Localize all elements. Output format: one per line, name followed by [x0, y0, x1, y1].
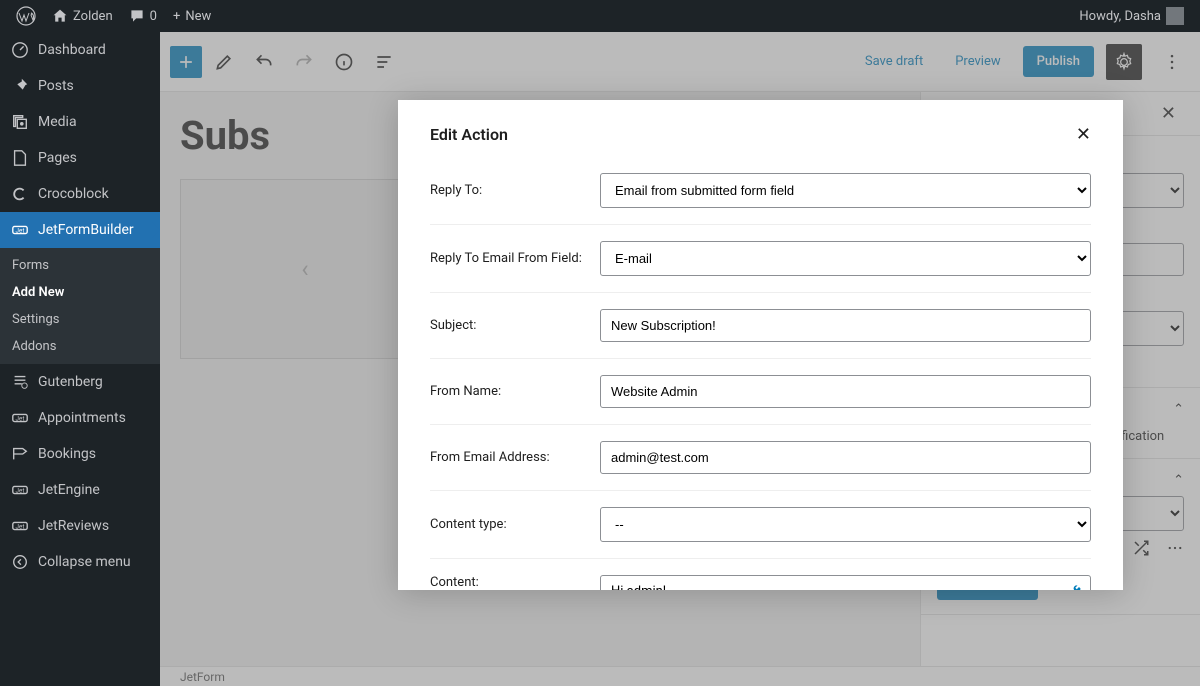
content-type-label: Content type: [430, 517, 600, 532]
sidebar-item-gutenberg[interactable]: Gutenberg [0, 364, 160, 400]
gutenberg-icon [10, 372, 30, 392]
sidebar-sub-addons[interactable]: Addons [0, 333, 160, 360]
reply-to-field-label: Reply To Email From Field: [430, 251, 600, 266]
from-name-input[interactable] [600, 375, 1091, 408]
from-email-input[interactable] [600, 441, 1091, 474]
comments-count: 0 [150, 9, 157, 24]
sidebar-sub-addnew[interactable]: Add New [0, 279, 160, 306]
comment-icon [129, 8, 145, 24]
sidebar-item-posts[interactable]: Posts [0, 68, 160, 104]
sidebar-item-jetreviews[interactable]: JetJetReviews [0, 508, 160, 544]
jetreviews-icon: Jet [10, 516, 30, 536]
collapse-icon [10, 552, 30, 572]
user-menu[interactable]: Howdy, Dasha [1071, 0, 1192, 32]
subject-label: Subject: [430, 318, 600, 333]
from-name-label: From Name: [430, 384, 600, 399]
avatar [1166, 7, 1184, 25]
svg-text:Jet: Jet [16, 523, 25, 531]
home-icon [52, 8, 68, 24]
svg-text:Jet: Jet [16, 415, 25, 423]
sidebar-item-bookings[interactable]: Bookings [0, 436, 160, 472]
new-link[interactable]: + New [165, 0, 219, 32]
sidebar-sub-forms[interactable]: Forms [0, 252, 160, 279]
admin-sidebar: Dashboard Posts Media Pages Crocoblock J… [0, 32, 160, 686]
comments-link[interactable]: 0 [121, 0, 165, 32]
modal-close-button[interactable]: ✕ [1076, 124, 1091, 145]
modal-title: Edit Action [430, 125, 508, 144]
sidebar-sub-settings[interactable]: Settings [0, 306, 160, 333]
reply-to-field-select[interactable]: E-mail [600, 241, 1091, 276]
wordpress-icon [16, 6, 36, 26]
dashboard-icon [10, 40, 30, 60]
content-type-select[interactable]: -- [600, 507, 1091, 542]
content-label: Content: [430, 575, 600, 590]
reply-to-select[interactable]: Email from submitted form field [600, 173, 1091, 208]
sidebar-submenu: Forms Add New Settings Addons [0, 248, 160, 364]
sidebar-item-dashboard[interactable]: Dashboard [0, 32, 160, 68]
edit-action-modal: Edit Action ✕ Reply To: Email from submi… [398, 100, 1123, 590]
subject-input[interactable] [600, 309, 1091, 342]
content-textarea[interactable] [600, 575, 1091, 590]
wrench-icon [1064, 584, 1082, 590]
sidebar-item-pages[interactable]: Pages [0, 140, 160, 176]
appointments-icon: Jet [10, 408, 30, 428]
site-link[interactable]: Zolden [44, 0, 121, 32]
jetformbuilder-icon: Jet [10, 220, 30, 240]
admin-top-bar: Zolden 0 + New Howdy, Dasha [0, 0, 1200, 32]
reply-to-label: Reply To: [430, 183, 600, 198]
sidebar-item-media[interactable]: Media [0, 104, 160, 140]
new-label: New [185, 9, 211, 24]
site-name: Zolden [73, 9, 113, 24]
svg-text:Jet: Jet [16, 227, 25, 235]
bookings-icon [10, 444, 30, 464]
crocoblock-icon [10, 184, 30, 204]
sidebar-item-collapse[interactable]: Collapse menu [0, 544, 160, 580]
howdy-text: Howdy, Dasha [1079, 9, 1161, 24]
pages-icon [10, 148, 30, 168]
from-email-label: From Email Address: [430, 450, 600, 465]
pin-icon [10, 76, 30, 96]
jetengine-icon: Jet [10, 480, 30, 500]
media-icon [10, 112, 30, 132]
sidebar-item-jetformbuilder[interactable]: JetJetFormBuilder [0, 212, 160, 248]
sidebar-item-crocoblock[interactable]: Crocoblock [0, 176, 160, 212]
macro-button[interactable] [1061, 581, 1085, 590]
sidebar-item-jetengine[interactable]: JetJetEngine [0, 472, 160, 508]
wp-logo[interactable] [8, 0, 44, 32]
svg-text:Jet: Jet [16, 487, 25, 495]
sidebar-item-appointments[interactable]: JetAppointments [0, 400, 160, 436]
plus-icon: + [173, 9, 180, 24]
